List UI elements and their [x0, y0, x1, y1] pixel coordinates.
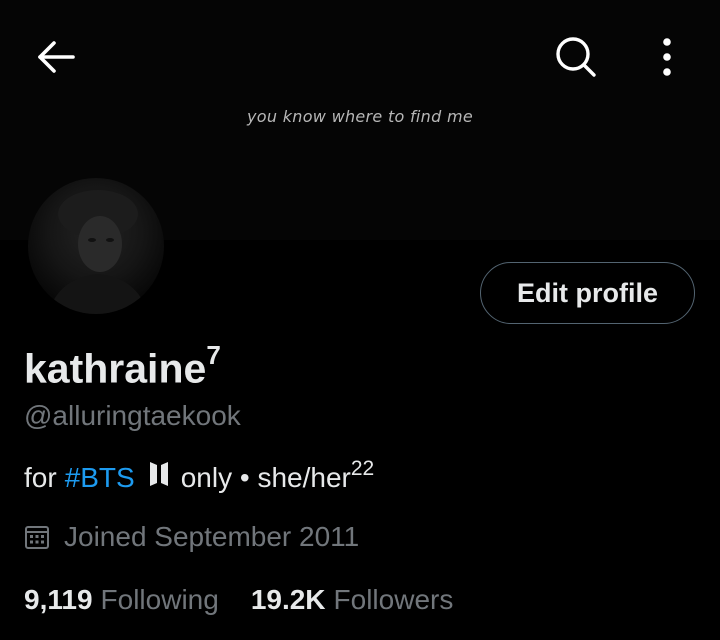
bio-prefix: for	[24, 461, 57, 493]
display-name-text: kathraine	[24, 345, 207, 392]
back-button[interactable]	[30, 34, 84, 80]
joined-text: Joined September 2011	[64, 521, 360, 552]
following-link[interactable]: 9,119 Following	[24, 584, 219, 616]
display-name-superscript: 7	[206, 340, 221, 370]
search-button[interactable]	[548, 30, 604, 84]
follow-stats: 9,119 Following 19.2K Followers	[24, 584, 453, 616]
bio-rest: only • she/her	[180, 461, 351, 493]
calendar-icon	[24, 524, 50, 550]
bts-logo-icon	[149, 461, 169, 494]
following-count: 9,119	[24, 584, 93, 615]
edit-profile-button[interactable]: Edit profile	[480, 262, 695, 324]
display-name: kathraine7	[24, 340, 221, 393]
avatar[interactable]	[28, 178, 164, 314]
bio: for #BTS only • she/her 22	[24, 457, 374, 494]
hashtag-link-bts[interactable]: #BTS	[65, 462, 135, 494]
arrow-left-icon	[38, 41, 75, 73]
followers-label: Followers	[333, 584, 454, 615]
following-label: Following	[100, 584, 219, 615]
bio-superscript: 22	[350, 456, 375, 480]
banner-caption: you know where to find me	[247, 107, 473, 126]
followers-count: 19.2K	[250, 584, 326, 615]
more-vertical-icon	[663, 38, 671, 76]
avatar-photo	[48, 190, 148, 314]
joined-date: Joined September 2011	[24, 521, 359, 553]
followers-link[interactable]: 19.2K Followers	[251, 584, 454, 616]
search-icon	[556, 37, 596, 77]
more-options-button[interactable]	[648, 30, 686, 84]
user-handle: @alluringtaekook	[24, 400, 241, 431]
